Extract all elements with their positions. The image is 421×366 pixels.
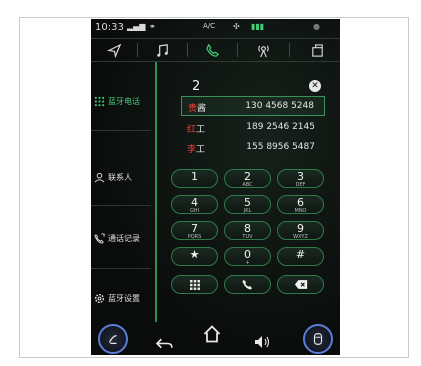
phone-number: 130 4568 5248 (245, 101, 314, 111)
call-button[interactable] (224, 275, 271, 294)
keypad-key-star[interactable]: ★ (171, 247, 218, 266)
name-match: 李 (187, 145, 197, 155)
back-button[interactable] (155, 335, 173, 354)
radio-button[interactable] (239, 39, 287, 61)
music-note-icon (156, 43, 168, 57)
phone-number: 155 8956 5487 (246, 142, 315, 152)
music-button[interactable] (139, 39, 185, 61)
screen-mirror-icon (311, 43, 323, 57)
back-arrow-icon (155, 338, 173, 349)
vehicle-button[interactable] (303, 324, 333, 354)
keypad-key-6[interactable]: 6 MNO (277, 195, 324, 214)
backspace-button[interactable] (277, 275, 324, 294)
home-button[interactable] (201, 324, 229, 344)
dialpad-icon (94, 96, 105, 106)
person-icon (94, 172, 105, 182)
status-bar: 10:33 ▂▄▆ ⚭ A/C ✣ ▮▮▮ ● (91, 19, 340, 36)
name-match: 贵 (188, 104, 198, 114)
keypad-key-5[interactable]: 5 JKL (224, 195, 271, 214)
keypad-key-2[interactable]: 2 ABC (224, 169, 271, 188)
call-history-icon (94, 232, 105, 244)
ac-label: A/C (203, 22, 216, 30)
volume-button[interactable] (254, 334, 272, 353)
car-infotainment-screen: 10:33 ▂▄▆ ⚭ A/C ✣ ▮▮▮ ● 蓝牙电话 联系人 通话记录 蓝牙… (91, 19, 340, 355)
speaker-icon (255, 336, 270, 348)
close-icon: ✕ (311, 81, 319, 91)
sidebar-item-call-history[interactable]: 通话记录 (91, 228, 155, 248)
seat-heat-icon (108, 334, 117, 344)
climate-button[interactable] (98, 324, 128, 354)
contact-suggestion[interactable]: 红工 189 2546 2145 (181, 118, 325, 138)
keypad-key-1[interactable]: 1 (171, 169, 218, 188)
fan-icon: ✣ (233, 22, 240, 31)
link-icon: ⚭ (149, 22, 156, 31)
navigation-button[interactable] (93, 39, 135, 61)
signal-icon: ▂▄▆ (127, 22, 146, 31)
keypad-key-7[interactable]: 7 PQRS (171, 221, 218, 240)
sidebar-item-label: 联系人 (108, 172, 132, 182)
keypad-key-8[interactable]: 8 TUV (224, 221, 271, 240)
sidebar-item-bluetooth-phone[interactable]: 蓝牙电话 (91, 91, 155, 111)
name-rest: 酱 (197, 104, 207, 114)
dialed-number: 2 (192, 79, 201, 94)
clock: 10:33 (95, 22, 124, 33)
climate-level-icon: ▮▮▮ (251, 22, 265, 31)
clear-input-button[interactable]: ✕ (309, 80, 321, 92)
contact-suggestion[interactable]: 李工 155 8956 5487 (181, 138, 325, 158)
phone-number: 189 2546 2145 (246, 122, 315, 132)
show-keypad-button[interactable] (171, 275, 218, 294)
radio-tower-icon (257, 45, 269, 57)
top-nav-bar (91, 38, 340, 62)
home-icon (203, 325, 221, 343)
sidebar: 蓝牙电话 联系人 通话记录 蓝牙设置 (91, 62, 157, 322)
name-rest: 工 (196, 145, 206, 155)
screen-switch-button[interactable] (297, 39, 337, 61)
sidebar-item-label: 蓝牙设置 (108, 293, 140, 303)
sidebar-item-label: 蓝牙电话 (108, 96, 140, 106)
phone-icon (242, 279, 253, 290)
phone-tab-button[interactable] (189, 39, 235, 61)
name-rest: 工 (196, 125, 206, 135)
indicator-icon: ● (313, 22, 320, 31)
settings-icon (95, 293, 104, 303)
phone-icon (205, 43, 219, 57)
keypad-key-hash[interactable]: # (277, 247, 324, 266)
car-icon (313, 333, 323, 345)
navigation-arrow-icon (106, 43, 121, 58)
keypad-key-0[interactable]: 0 + (224, 247, 271, 266)
keypad-key-3[interactable]: 3 DEF (277, 169, 324, 188)
bottom-bar (91, 322, 340, 355)
backspace-icon (294, 280, 307, 289)
name-match: 红 (187, 125, 197, 135)
sidebar-item-label: 通话记录 (108, 233, 140, 243)
grid-icon (189, 279, 200, 290)
keypad-key-9[interactable]: 9 WXYZ (277, 221, 324, 240)
sidebar-item-contacts[interactable]: 联系人 (91, 167, 155, 187)
sidebar-item-bluetooth-settings[interactable]: 蓝牙设置 (91, 288, 155, 308)
keypad-key-4[interactable]: 4 GHI (171, 195, 218, 214)
contact-suggestion[interactable]: 贵酱 130 4568 5248 (181, 96, 325, 116)
